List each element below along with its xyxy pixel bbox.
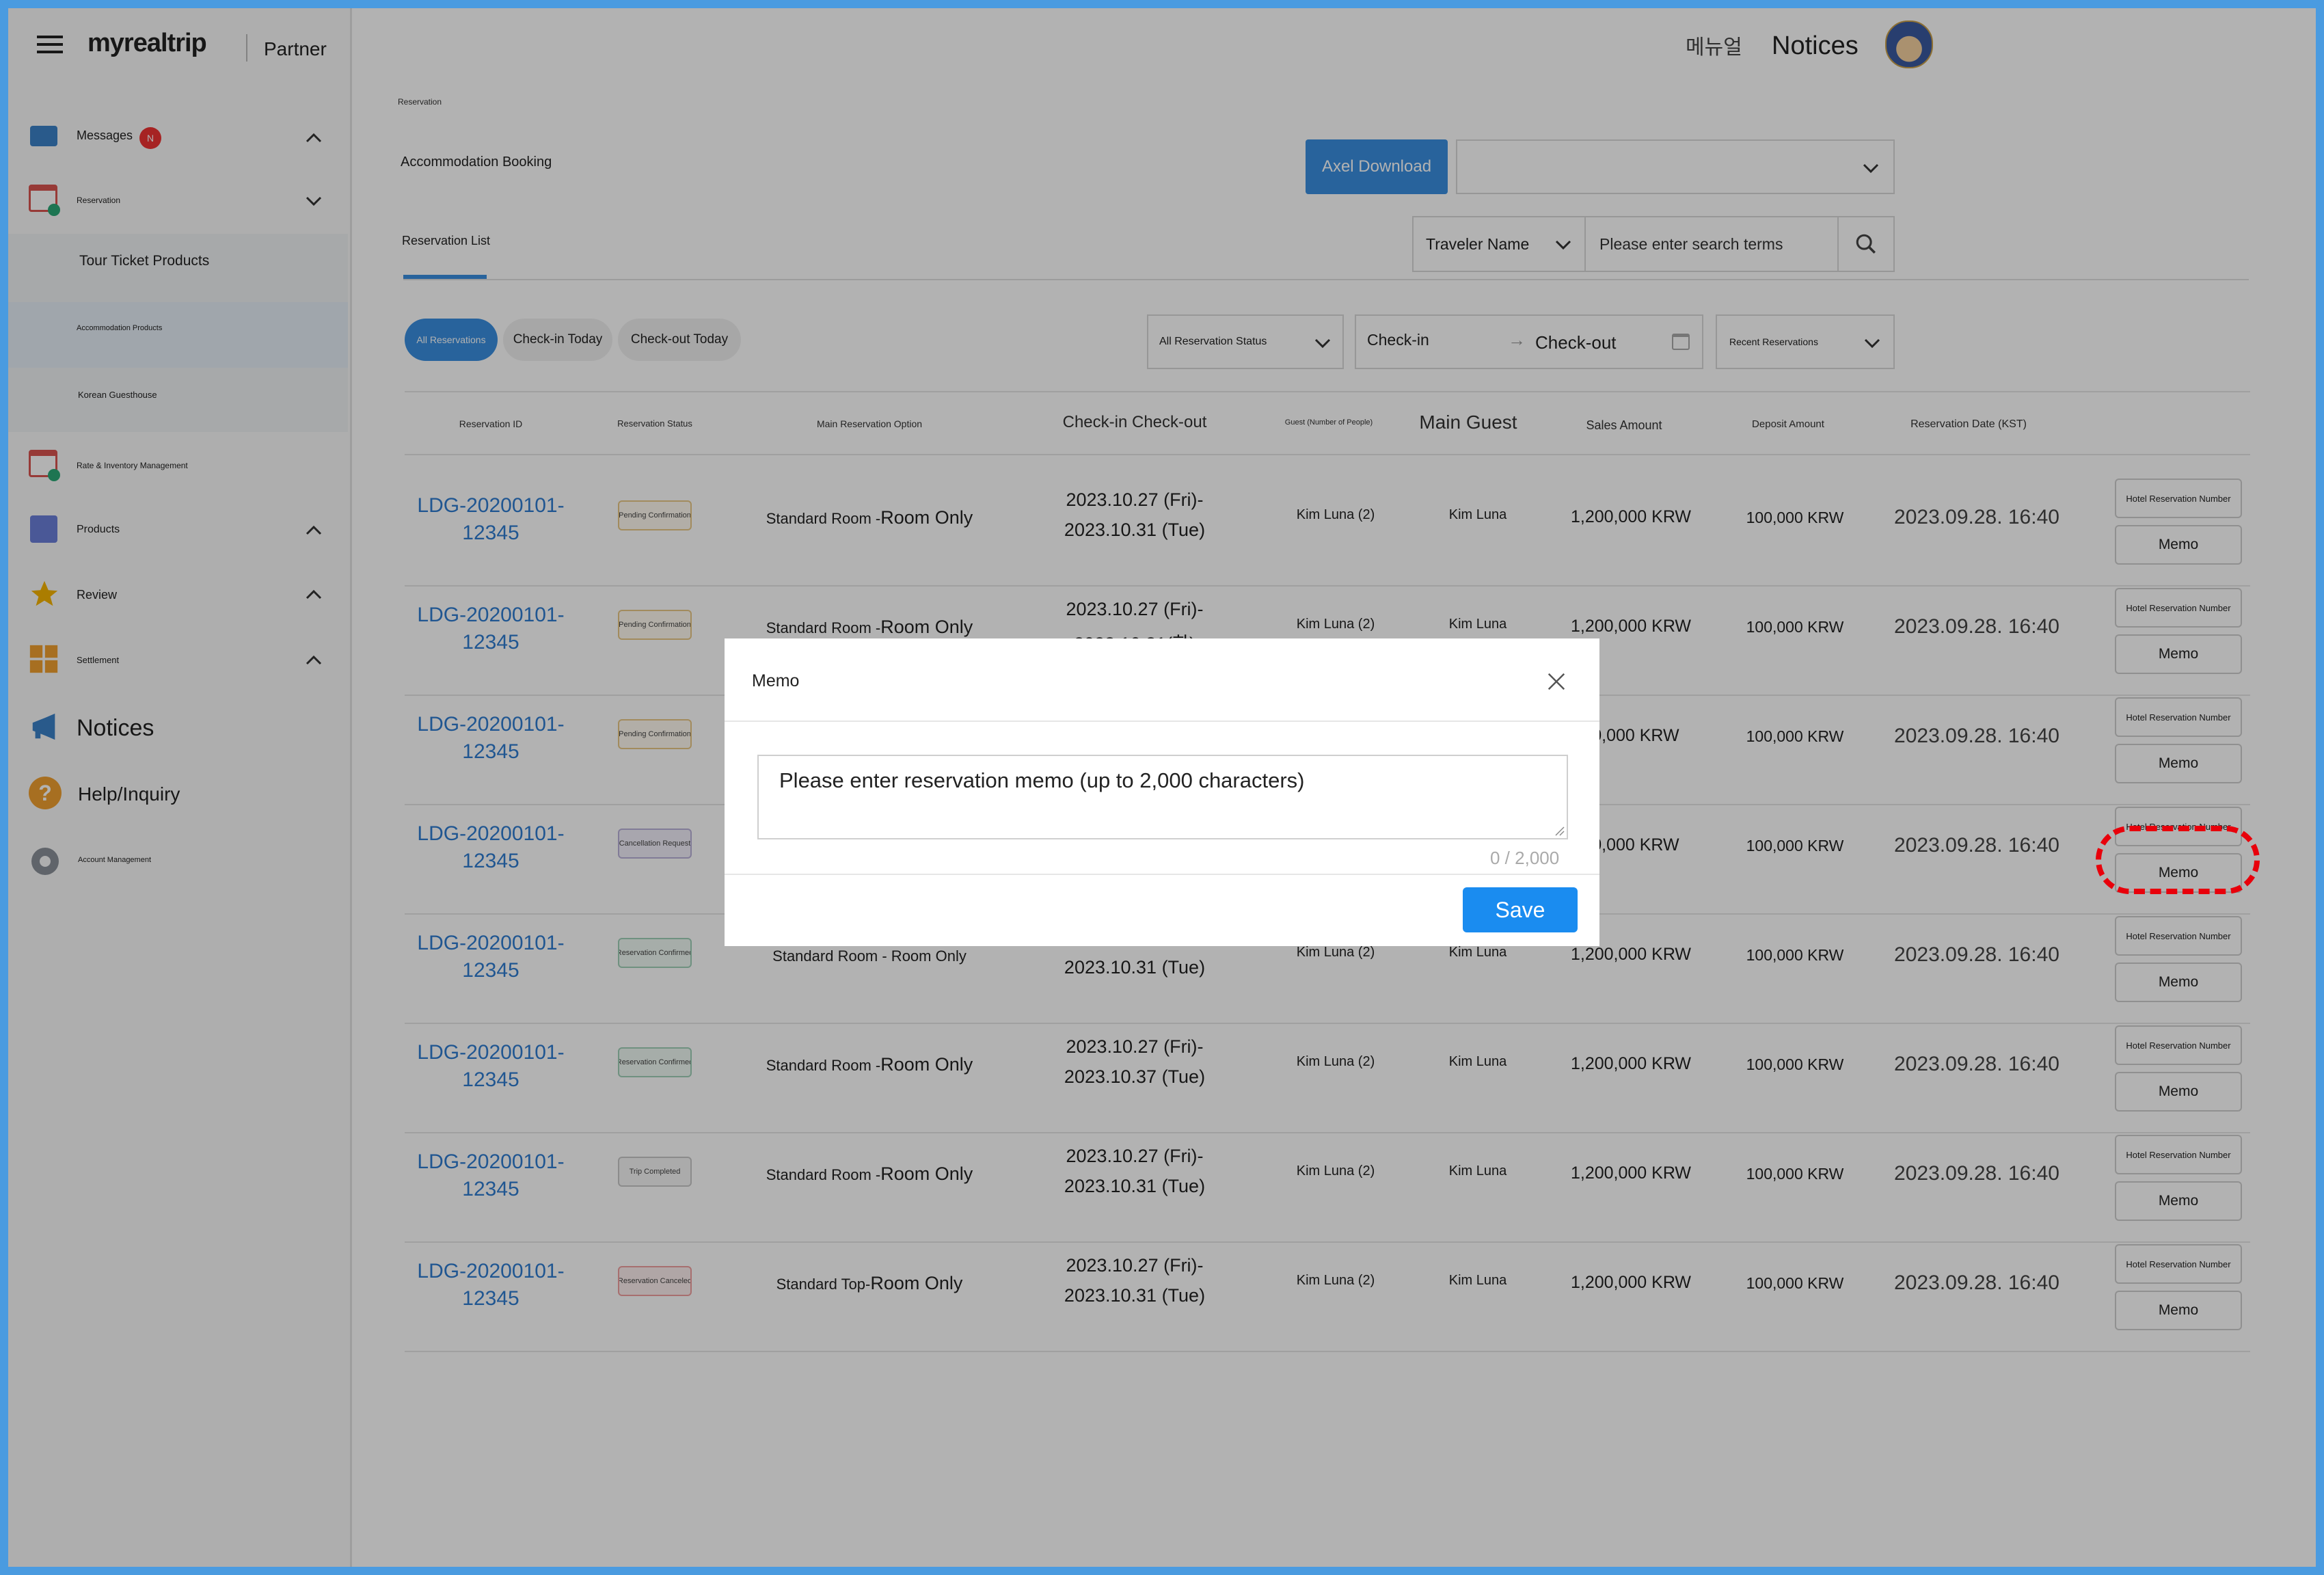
target-highlight-ring bbox=[2096, 826, 2260, 894]
save-button[interactable]: Save bbox=[1463, 887, 1578, 932]
modal-title: Memo bbox=[752, 671, 800, 690]
app-window: myrealtrip Partner Messages N Reservatio… bbox=[8, 8, 2316, 1567]
close-icon[interactable] bbox=[1546, 671, 1567, 692]
modal-header-divider bbox=[725, 721, 1599, 722]
modal-footer-divider bbox=[725, 874, 1599, 875]
memo-textarea[interactable]: Please enter reservation memo (up to 2,0… bbox=[757, 755, 1568, 839]
memo-placeholder: Please enter reservation memo (up to 2,0… bbox=[779, 768, 1305, 792]
memo-char-counter: 0 / 2,000 bbox=[1490, 848, 1560, 868]
memo-modal: Memo Please enter reservation memo (up t… bbox=[725, 638, 1599, 946]
resize-handle-icon[interactable] bbox=[1553, 824, 1565, 837]
